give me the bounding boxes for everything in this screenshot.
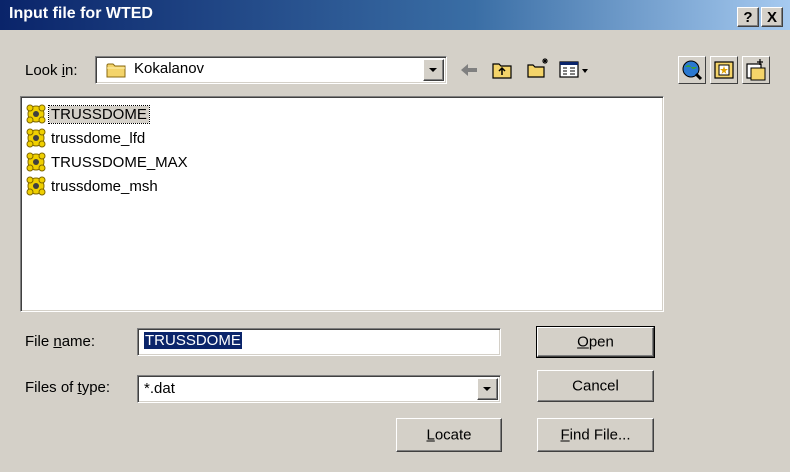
- data-file-icon: [26, 176, 46, 196]
- look-in-value: Kokalanov: [134, 60, 205, 77]
- look-in-label-pre: Look: [25, 62, 62, 79]
- locate-button-label: ocate: [434, 426, 472, 444]
- help-button[interactable]: ?: [737, 7, 759, 27]
- favorites-folder-button[interactable]: [710, 56, 738, 84]
- file-item[interactable]: TRUSSDOME: [25, 102, 150, 126]
- file-type-label-pre: Files of: [25, 379, 78, 396]
- options-button[interactable]: [742, 56, 770, 84]
- open-button-label: pen: [588, 333, 614, 351]
- file-name: TRUSSDOME_MAX: [51, 153, 188, 171]
- file-name-label-pre: File: [25, 333, 54, 350]
- options-icon: [746, 59, 766, 81]
- view-menu-icon[interactable]: [558, 58, 590, 82]
- look-in-dropdown[interactable]: Kokalanov: [95, 56, 447, 84]
- look-in-dropdown-arrow[interactable]: [423, 59, 444, 81]
- file-name-label: File name:: [25, 333, 95, 350]
- file-type-label: Files of type:: [25, 379, 110, 396]
- look-in-label-post: n:: [65, 62, 78, 79]
- cancel-button[interactable]: Cancel: [537, 370, 654, 402]
- data-file-icon: [26, 152, 46, 172]
- file-type-label-post: ype:: [81, 379, 111, 396]
- file-type-dropdown[interactable]: *.dat: [137, 375, 501, 403]
- file-item[interactable]: trussdome_lfd: [25, 126, 147, 150]
- file-name-input-value: TRUSSDOME: [144, 332, 242, 349]
- file-item[interactable]: TRUSSDOME_MAX: [25, 150, 190, 174]
- file-name-label-post: ame:: [61, 333, 96, 350]
- open-button-hotkey: O: [577, 333, 589, 351]
- folder-icon: [106, 63, 126, 78]
- cancel-button-label: Cancel: [572, 377, 619, 395]
- find-file-button[interactable]: Find File...: [537, 418, 654, 452]
- look-in-label: Look in:: [25, 62, 78, 79]
- file-name: trussdome_lfd: [51, 129, 146, 147]
- file-type-value: *.dat: [144, 380, 175, 397]
- file-name: trussdome_msh: [51, 177, 158, 195]
- file-name: TRUSSDOME: [48, 104, 150, 124]
- find-file-button-hotkey: F: [560, 426, 570, 444]
- data-file-icon: [26, 128, 46, 148]
- title-bar: Input file for WTED ? X: [0, 0, 790, 30]
- locate-button-hotkey: L: [426, 426, 435, 444]
- open-button[interactable]: Open: [536, 326, 655, 358]
- file-name-input[interactable]: TRUSSDOME: [137, 328, 501, 356]
- network-search-icon: [682, 60, 703, 81]
- up-one-level-icon[interactable]: [490, 58, 514, 82]
- network-search-button[interactable]: [678, 56, 706, 84]
- close-button[interactable]: X: [761, 7, 783, 27]
- locate-button[interactable]: Locate: [396, 418, 502, 452]
- window-title: Input file for WTED: [9, 5, 153, 22]
- file-item[interactable]: trussdome_msh: [25, 174, 160, 198]
- file-name-label-hotkey: n: [53, 333, 62, 350]
- find-file-button-label: ind File...: [569, 426, 631, 444]
- back-arrow-icon[interactable]: [457, 58, 481, 82]
- create-new-folder-icon[interactable]: [526, 56, 550, 80]
- favorites-folder-icon: [714, 61, 734, 79]
- data-file-icon: [26, 104, 46, 124]
- file-type-dropdown-arrow[interactable]: [477, 378, 498, 400]
- file-list[interactable]: TRUSSDOME trussdome_lfd TRUSSDOME_MAX tr…: [20, 96, 664, 312]
